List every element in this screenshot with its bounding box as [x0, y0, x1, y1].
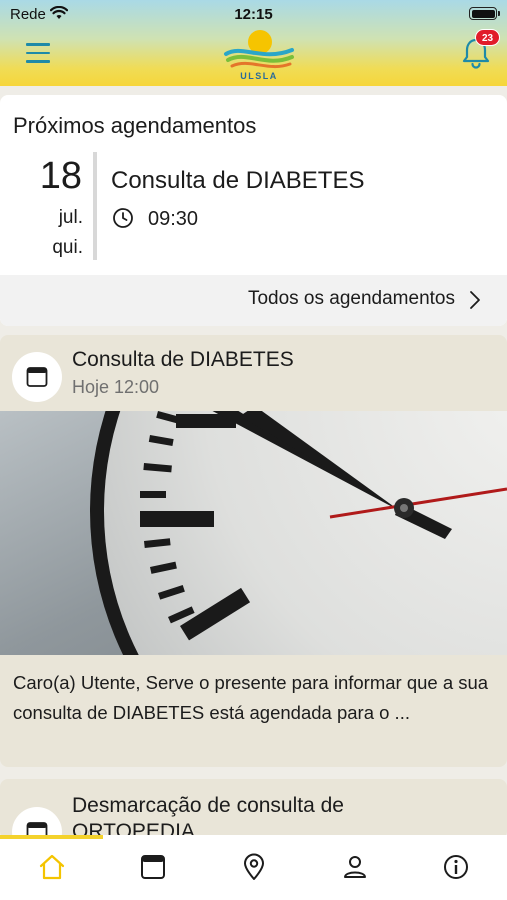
person-icon[interactable] [340, 852, 370, 882]
clock-photo [0, 411, 507, 655]
feed-card[interactable]: Desmarcação de consulta de ORTOPEDIA [0, 779, 507, 839]
feed-title: Consulta de DIABETES [72, 348, 294, 371]
status-bar: Rede 12:15 [0, 0, 507, 28]
feed-title: Desmarcação de consulta de [72, 794, 344, 817]
calendar-icon [26, 367, 48, 387]
feed-body: Caro(a) Utente, Serve o presente para in… [13, 672, 489, 723]
appointment-month: jul. [58, 207, 83, 228]
logo-text: ULSLA [240, 71, 278, 81]
calendar-icon[interactable] [138, 852, 168, 882]
app-header: Rede 12:15 ULSLA 23 [0, 0, 507, 86]
date-divider [93, 152, 97, 260]
location-pin-icon[interactable] [239, 852, 269, 882]
appointment-weekday: qui. [52, 237, 83, 258]
notification-badge: 23 [475, 29, 500, 46]
home-icon[interactable] [37, 852, 67, 882]
feed-card[interactable]: Consulta de DIABETES Hoje 12:00 Caro(a) … [0, 335, 507, 767]
appointment-day: 18 [39, 155, 82, 197]
info-icon[interactable] [441, 852, 471, 882]
status-time: 12:15 [234, 6, 273, 23]
clock-icon [113, 208, 133, 228]
tab-bar [0, 835, 507, 900]
appointment-time: 09:30 [148, 208, 199, 230]
chevron-right-icon [470, 291, 480, 309]
all-appointments-label: Todos os agendamentos [247, 288, 455, 309]
sun-logo-icon [224, 30, 294, 69]
upcoming-appointments-card: Próximos agendamentos 18 jul. qui. Consu… [0, 95, 507, 326]
feed-avatar [12, 352, 62, 402]
upcoming-title: Próximos agendamentos [13, 113, 257, 138]
appointment-name: Consulta de DIABETES [111, 167, 365, 194]
feed-timestamp: Hoje 12:00 [72, 377, 160, 397]
menu-button[interactable] [26, 43, 50, 65]
all-appointments-link[interactable]: Todos os agendamentos [0, 275, 507, 326]
active-tab-indicator [0, 835, 103, 839]
battery-icon [469, 7, 500, 20]
ulsla-logo: ULSLA [222, 28, 296, 84]
